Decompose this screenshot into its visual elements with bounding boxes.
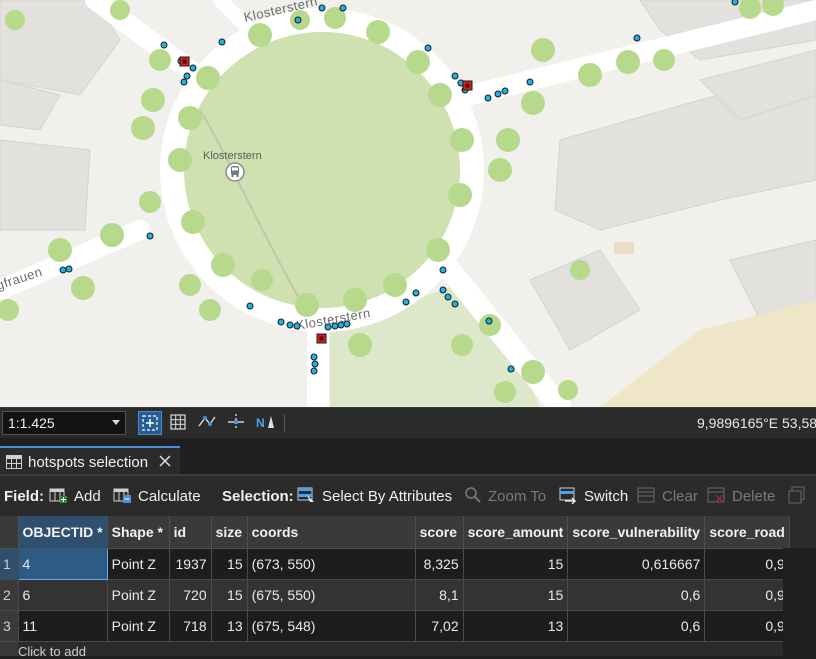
add-field-button[interactable]: Add <box>74 488 101 505</box>
cell-shape[interactable]: Point Z <box>107 548 170 580</box>
attribute-table-tabstrip: hotspots selection <box>0 438 816 476</box>
cell-id[interactable]: 1937 <box>169 548 212 580</box>
row-number[interactable]: 3 <box>0 610 19 642</box>
map-status-bar: 1:1.425 N 9,9896165°E 53,58 <box>0 407 816 439</box>
scale-value: 1:1.425 <box>8 415 55 431</box>
calculate-field-button[interactable]: Calculate <box>138 488 201 505</box>
place-label: Klosterstern <box>203 150 262 162</box>
cell-score-vulnerability[interactable]: 0,6 <box>567 579 706 611</box>
snapping-icon[interactable] <box>196 411 220 435</box>
cell-size[interactable]: 13 <box>211 610 248 642</box>
clear-selection-button[interactable]: Clear <box>662 488 698 505</box>
constraint-icon[interactable] <box>225 411 249 435</box>
calculate-field-icon[interactable] <box>113 486 131 504</box>
delete-selection-icon[interactable] <box>707 486 725 504</box>
column-header-score-amount[interactable]: score_amount <box>463 516 569 549</box>
cell-size[interactable]: 15 <box>211 548 248 580</box>
cell-score[interactable]: 8,1 <box>415 579 464 611</box>
map-view[interactable]: Klosterstern Klosterstern gfrauen Kloste… <box>0 0 816 407</box>
table-icon <box>6 455 22 469</box>
status-divider <box>284 414 285 432</box>
switch-selection-icon[interactable] <box>559 486 577 504</box>
cell-id[interactable]: 718 <box>169 610 212 642</box>
cell-score-amount[interactable]: 13 <box>463 610 569 642</box>
cell-score-road[interactable]: 0,9 <box>704 610 790 642</box>
cell-objectid[interactable]: 11 <box>18 610 108 642</box>
clear-selection-icon[interactable] <box>637 486 655 504</box>
switch-selection-button[interactable]: Switch <box>584 488 628 505</box>
attribute-table: OBJECTID * Shape * id size coords score … <box>0 516 790 642</box>
cell-score-vulnerability[interactable]: 0,616667 <box>567 548 706 580</box>
scale-dropdown[interactable]: 1:1.425 <box>2 411 126 435</box>
table-row[interactable]: 1 4 Point Z 1937 15 (673, 550) 8,325 15 … <box>0 547 790 580</box>
add-field-icon[interactable] <box>49 486 67 504</box>
cell-coords[interactable]: (675, 548) <box>247 610 416 642</box>
new-row-header <box>0 642 18 656</box>
extent-icon[interactable] <box>138 411 162 435</box>
column-header-score[interactable]: score <box>415 516 464 549</box>
cell-score[interactable]: 7,02 <box>415 610 464 642</box>
select-by-attributes-button[interactable]: Select By Attributes <box>322 488 452 505</box>
column-header-size[interactable]: size <box>211 516 248 549</box>
field-label: Field: <box>4 488 44 505</box>
delete-selection-button[interactable]: Delete <box>732 488 775 505</box>
cell-shape[interactable]: Point Z <box>107 610 170 642</box>
cell-coords[interactable]: (675, 550) <box>247 579 416 611</box>
tab-title: hotspots selection <box>28 454 149 471</box>
zoom-to-button[interactable]: Zoom To <box>488 488 546 505</box>
zoom-to-icon[interactable] <box>464 486 482 504</box>
map-canvas[interactable]: Klosterstern Klosterstern gfrauen Kloste… <box>0 0 816 407</box>
cell-score-road[interactable]: 0,9 <box>704 579 790 611</box>
cell-objectid[interactable]: 6 <box>18 579 108 611</box>
header-row: OBJECTID * Shape * id size coords score … <box>0 516 790 549</box>
cell-shape[interactable]: Point Z <box>107 579 170 611</box>
svg-text:N: N <box>256 416 265 430</box>
cell-score-road[interactable]: 0,9 <box>704 548 790 580</box>
coordinate-readout: 9,9896165°E 53,58 <box>697 415 816 431</box>
north-arrow-icon[interactable]: N <box>254 411 278 435</box>
cell-size[interactable]: 15 <box>211 579 248 611</box>
column-header-score-road[interactable]: score_road <box>704 516 790 549</box>
bus-stop-icon <box>225 162 245 182</box>
chevron-down-icon <box>112 420 120 425</box>
tab-hotspots-selection[interactable]: hotspots selection <box>0 446 180 474</box>
attribute-table-grid: OBJECTID * Shape * id size coords score … <box>0 516 816 659</box>
selection-label: Selection: <box>222 488 294 505</box>
cell-coords[interactable]: (673, 550) <box>247 548 416 580</box>
cell-score-vulnerability[interactable]: 0,6 <box>567 610 706 642</box>
row-number[interactable]: 2 <box>0 579 19 611</box>
grid-icon[interactable] <box>167 411 191 435</box>
select-by-attributes-icon[interactable] <box>297 486 315 504</box>
grid-empty-area <box>783 548 816 656</box>
click-to-add-row[interactable]: Click to add <box>18 644 86 659</box>
column-header-objectid[interactable]: OBJECTID * <box>18 516 108 549</box>
column-header-id[interactable]: id <box>169 516 212 549</box>
column-header-coords[interactable]: coords <box>247 516 416 549</box>
row-header-corner <box>0 516 19 549</box>
copy-icon[interactable] <box>788 486 806 504</box>
cell-score-amount[interactable]: 15 <box>463 579 569 611</box>
cell-score-amount[interactable]: 15 <box>463 548 569 580</box>
attribute-table-toolbar: Field: Add Calculate Selection: Select B… <box>0 476 816 516</box>
close-icon[interactable] <box>157 453 173 469</box>
column-header-score-vulnerability[interactable]: score_vulnerability <box>567 516 706 549</box>
column-header-shape[interactable]: Shape * <box>107 516 170 549</box>
row-number[interactable]: 1 <box>0 548 19 580</box>
table-row[interactable]: 3 11 Point Z 718 13 (675, 548) 7,02 13 0… <box>0 610 790 642</box>
cell-objectid[interactable]: 4 <box>17 547 108 580</box>
cell-id[interactable]: 720 <box>169 579 212 611</box>
table-row[interactable]: 2 6 Point Z 720 15 (675, 550) 8,1 15 0,6… <box>0 579 790 611</box>
cell-score[interactable]: 8,325 <box>415 548 464 580</box>
